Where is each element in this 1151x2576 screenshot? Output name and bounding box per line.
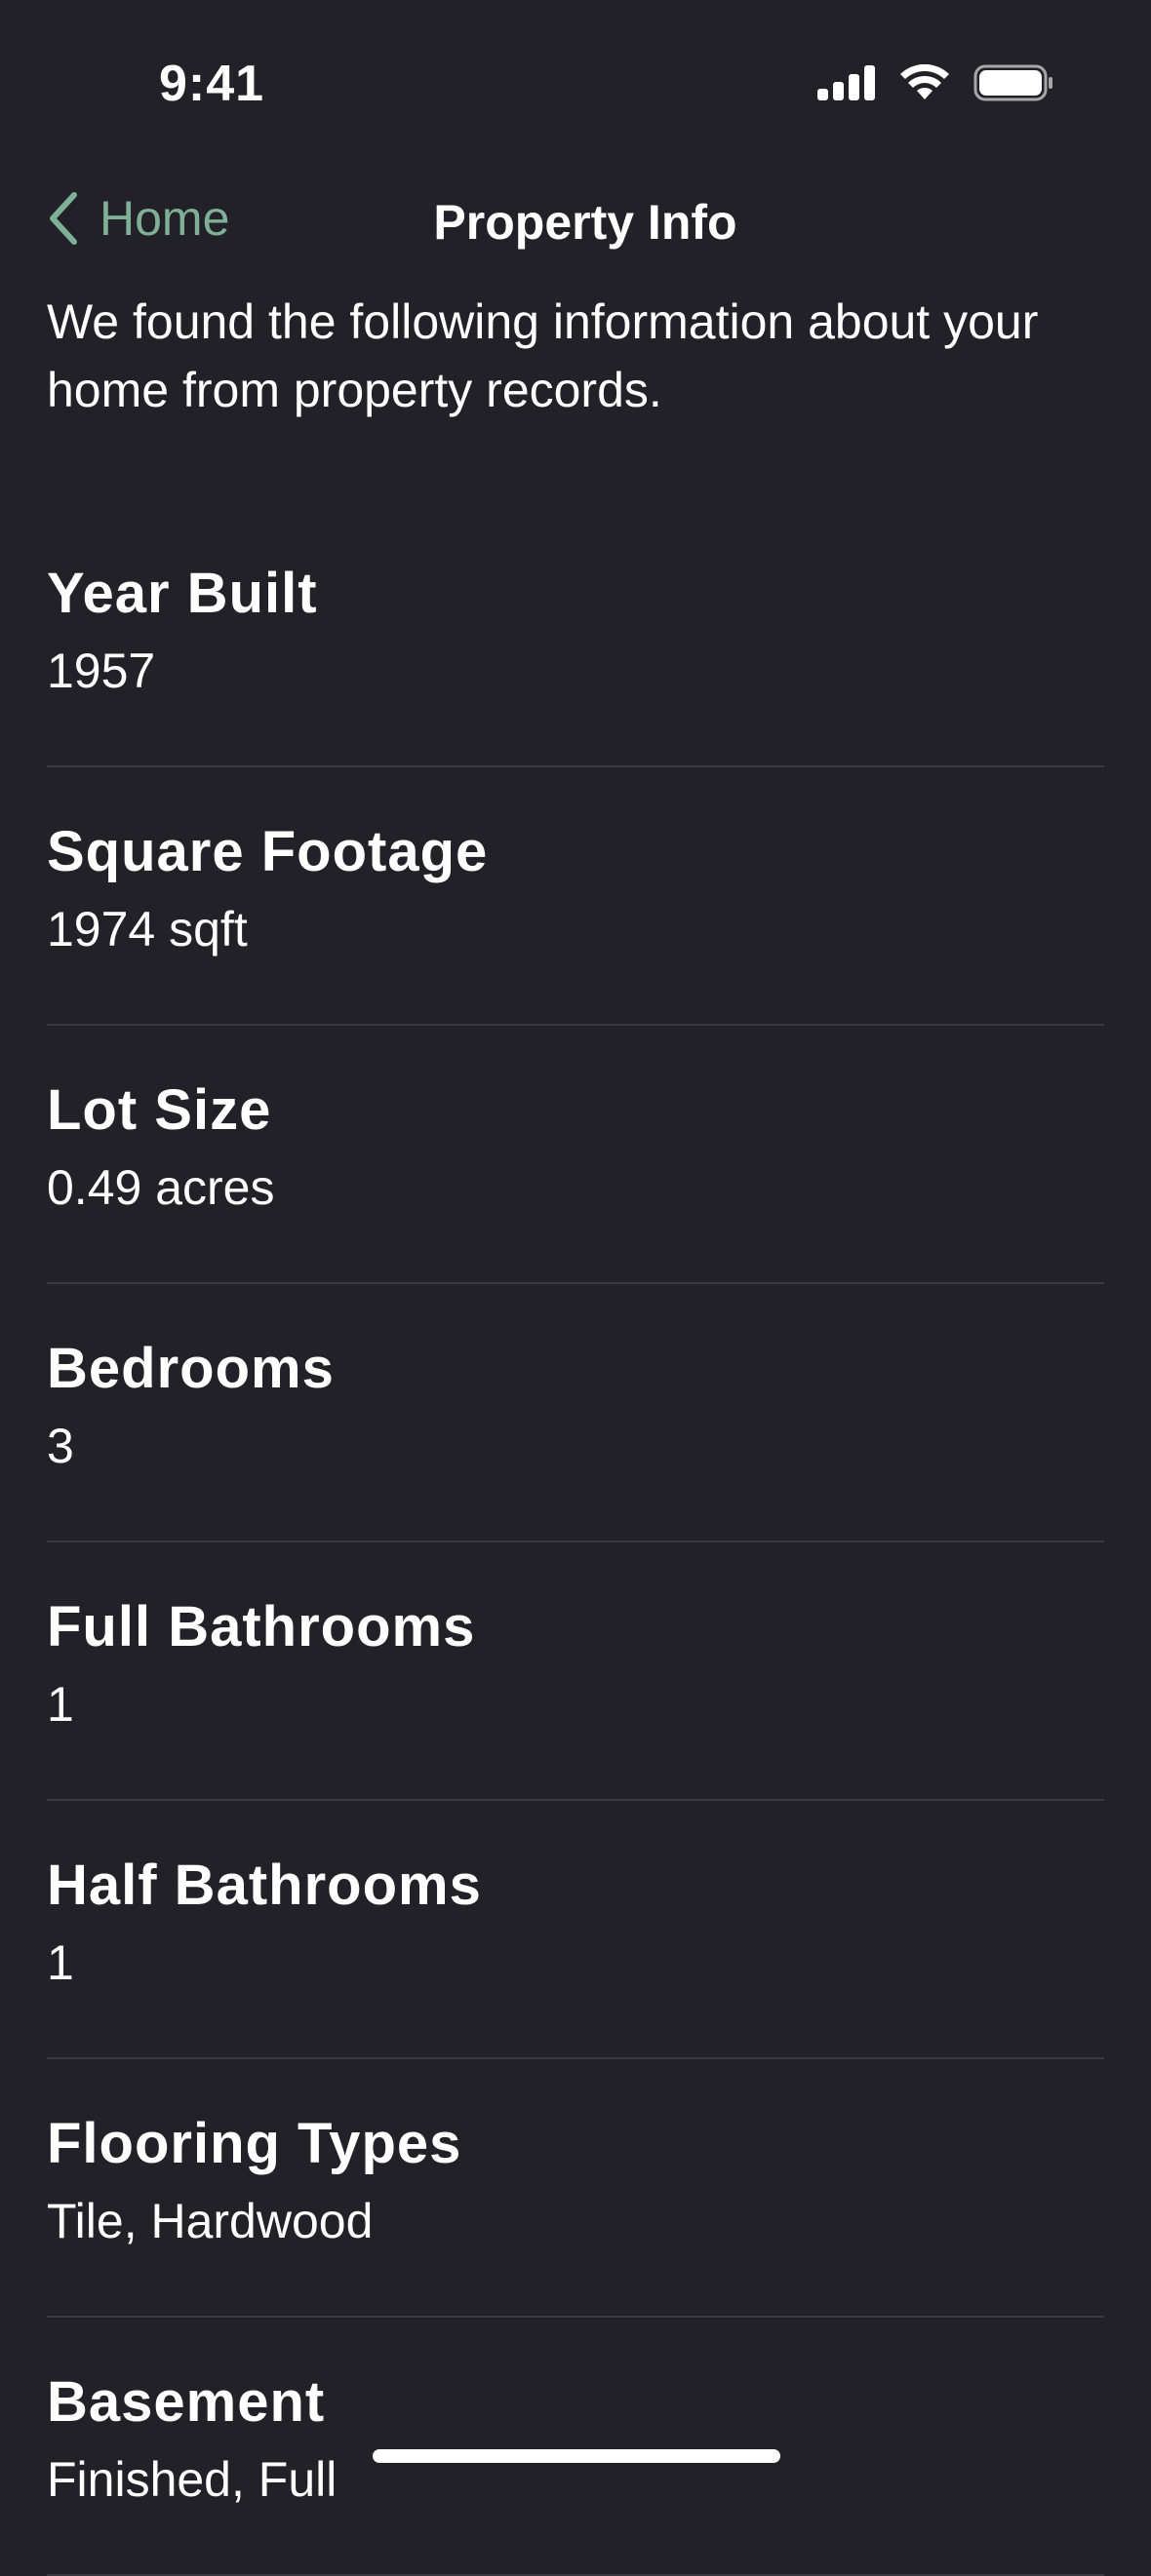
navigation-bar: Home Property Info	[0, 171, 1151, 278]
item-label: Full Bathrooms	[47, 1595, 476, 1659]
item-label: Square Footage	[47, 820, 489, 883]
list-item-lot-size: Lot Size 0.49 acres	[47, 1026, 1104, 1284]
item-value: 1957	[47, 644, 156, 698]
item-value: 3	[47, 1419, 74, 1473]
item-label: Year Built	[47, 562, 318, 625]
item-value: Tile, Hardwood	[47, 2194, 374, 2248]
list-item-basement: Basement Finished, Full	[47, 2318, 1104, 2576]
item-value: 1	[47, 1677, 74, 1732]
status-icons	[817, 64, 1053, 101]
page-title: Property Info	[433, 195, 737, 250]
list-item-full-bathrooms: Full Bathrooms 1	[47, 1542, 1104, 1801]
list-item-year-built: Year Built 1957	[47, 509, 1104, 767]
item-label: Flooring Types	[47, 2112, 462, 2175]
list-item-flooring-types: Flooring Types Tile, Hardwood	[47, 2059, 1104, 2318]
list-item-bedrooms: Bedrooms 3	[47, 1284, 1104, 1542]
list-item-half-bathrooms: Half Bathrooms 1	[47, 1801, 1104, 2059]
battery-icon	[973, 64, 1052, 101]
item-value: 1	[47, 1935, 74, 1990]
home-indicator[interactable]	[373, 2449, 780, 2463]
item-label: Bedrooms	[47, 1337, 335, 1400]
item-label: Basement	[47, 2370, 326, 2434]
list-item-square-footage: Square Footage 1974 sqft	[47, 767, 1104, 1026]
item-label: Half Bathrooms	[47, 1854, 482, 1917]
item-value: 0.49 acres	[47, 1160, 275, 1215]
wifi-icon	[900, 64, 949, 99]
intro-text: We found the following information about…	[47, 294, 1039, 417]
item-label: Lot Size	[47, 1078, 272, 1142]
property-info-list: Year Built 1957 Square Footage 1974 sqft…	[47, 509, 1104, 2576]
status-time: 9:41	[159, 56, 265, 112]
status-bar: 9:41	[0, 0, 1151, 171]
cellular-signal-icon	[817, 65, 875, 100]
item-value: 1974 sqft	[47, 902, 248, 956]
